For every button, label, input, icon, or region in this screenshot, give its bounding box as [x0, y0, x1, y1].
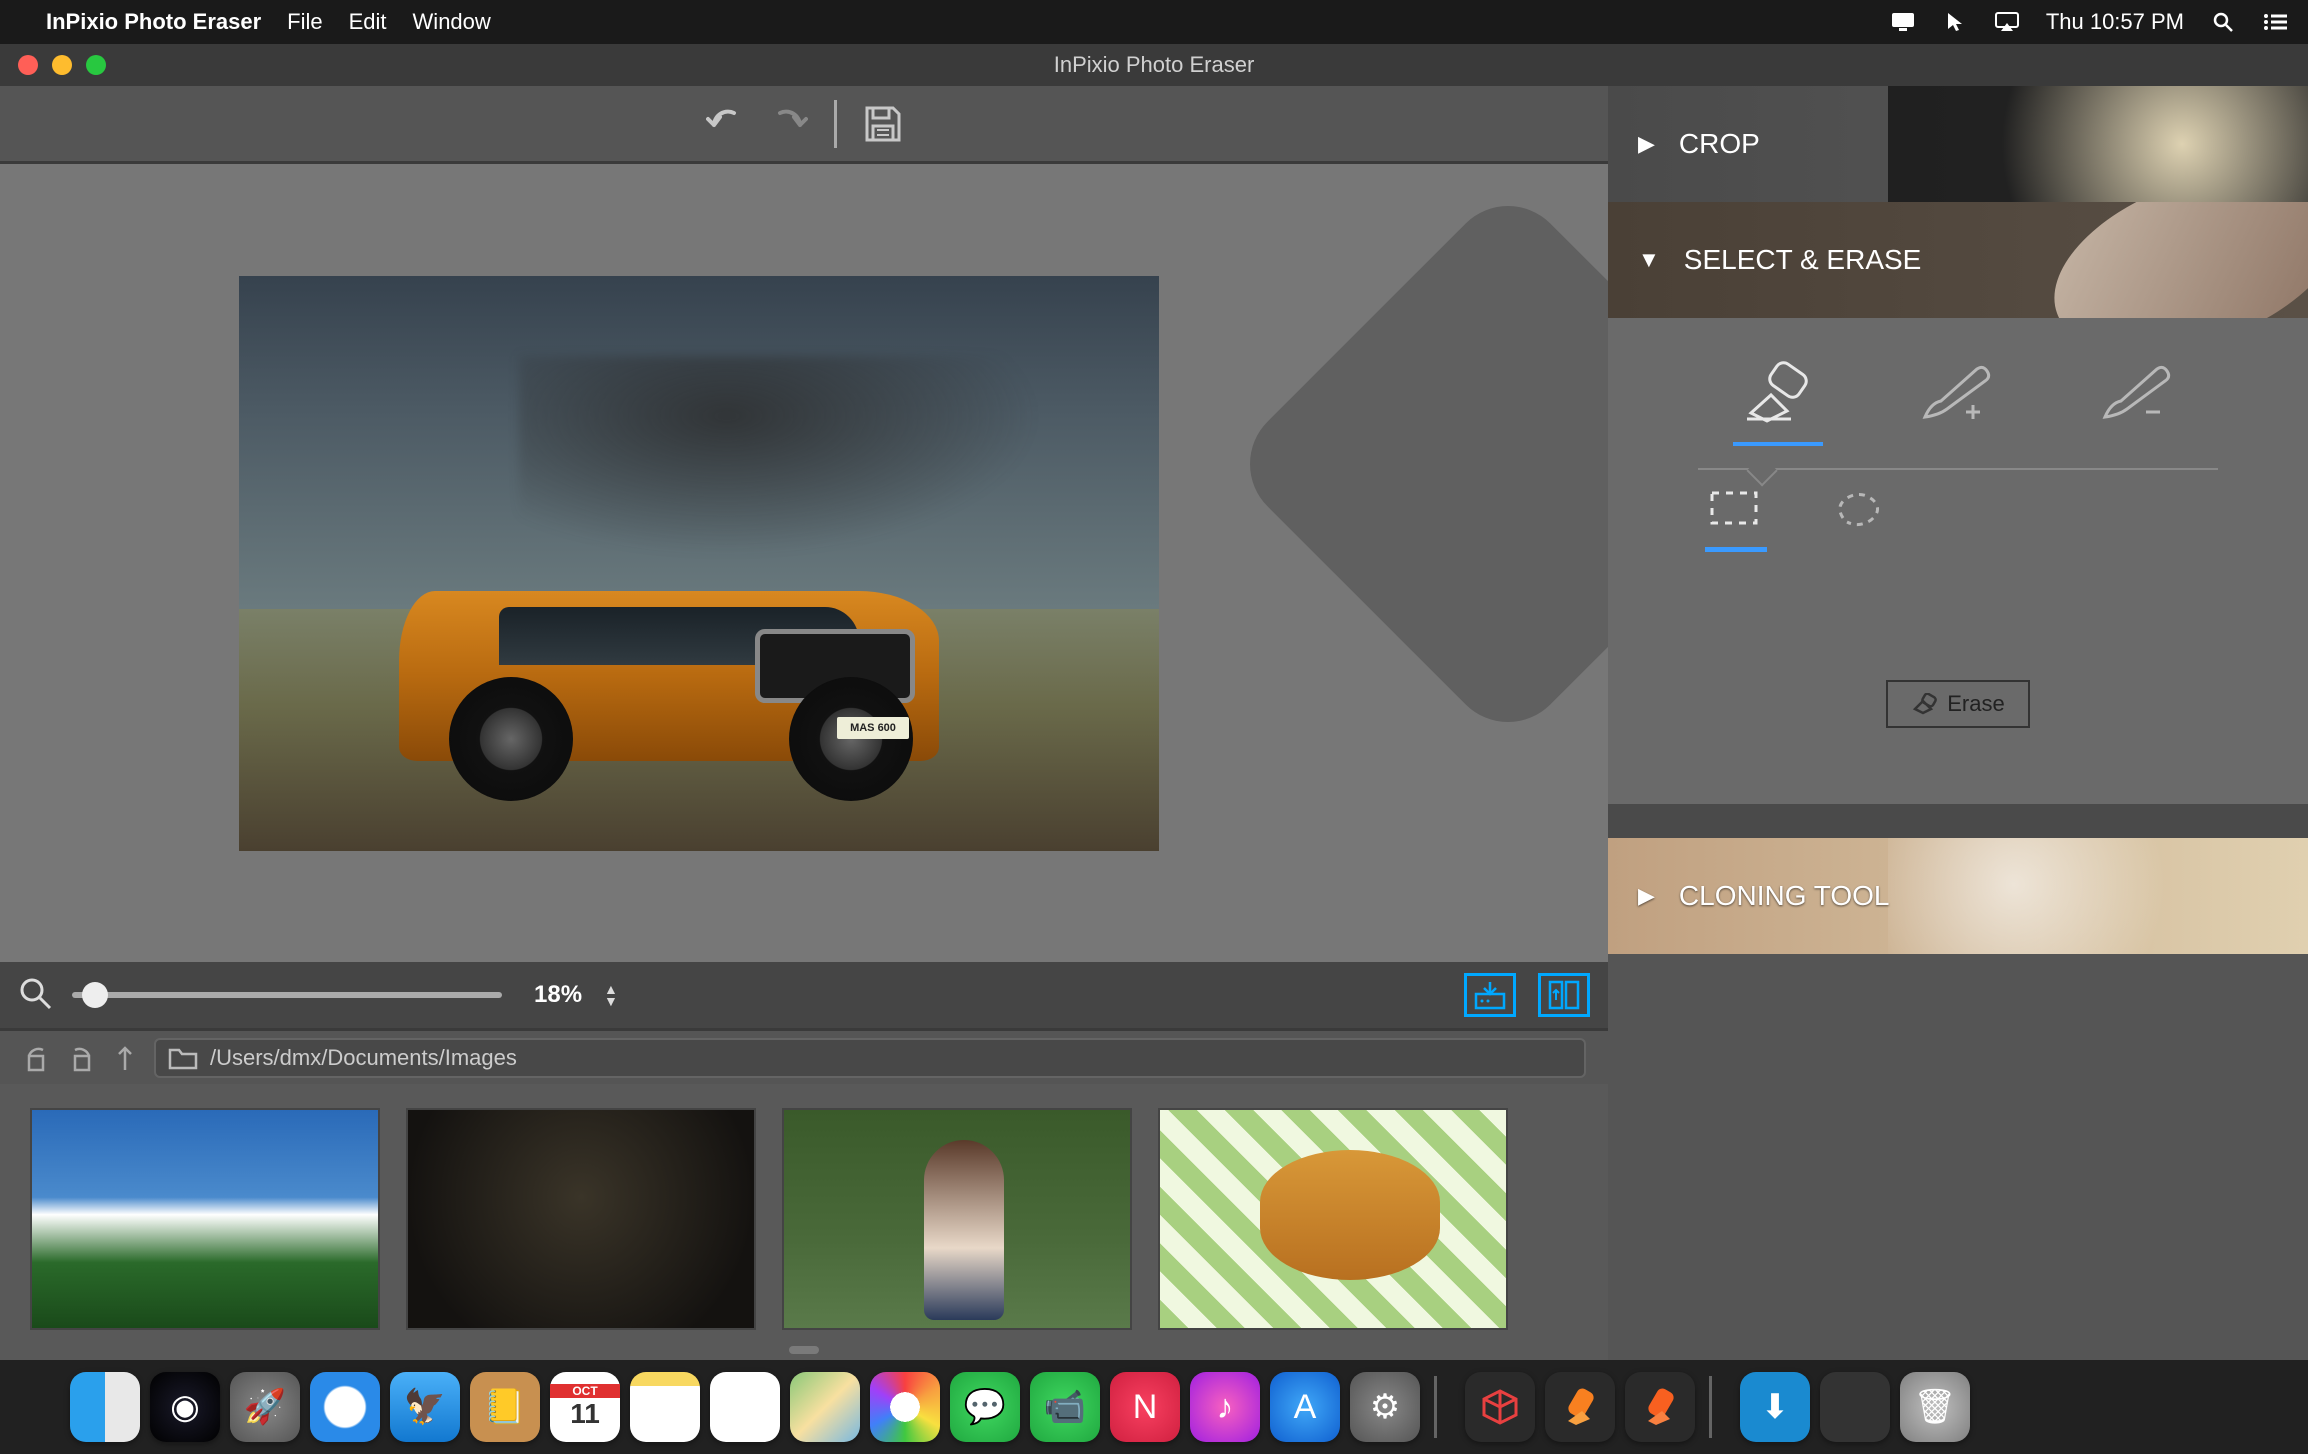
- dock-calendar-icon[interactable]: OCT11: [550, 1372, 620, 1442]
- zoom-slider[interactable]: [72, 992, 502, 998]
- caret-right-icon: ▶: [1638, 131, 1655, 157]
- brush-remove-tool-button[interactable]: [2093, 358, 2183, 428]
- window-title: InPixio Photo Eraser: [1054, 52, 1255, 78]
- display-icon[interactable]: [1890, 11, 1916, 33]
- redo-button[interactable]: [764, 100, 812, 148]
- dock-app-eraser-icon[interactable]: [1545, 1372, 1615, 1442]
- dock-photos-icon[interactable]: [870, 1372, 940, 1442]
- zoom-window-button[interactable]: [86, 55, 106, 75]
- panel-clone-header[interactable]: ▶ CLONING TOOL: [1608, 838, 2308, 954]
- rect-select-tool[interactable]: [1709, 490, 1763, 530]
- zoom-magnifier-icon[interactable]: [18, 976, 56, 1014]
- dock-contacts-icon[interactable]: 📒: [470, 1372, 540, 1442]
- menu-window[interactable]: Window: [413, 9, 491, 35]
- canvas-image[interactable]: MAS 600: [239, 276, 1159, 851]
- dock-launchpad-icon[interactable]: 🚀: [230, 1372, 300, 1442]
- close-window-button[interactable]: [18, 55, 38, 75]
- rotate-right-icon[interactable]: [66, 1043, 96, 1073]
- dock-news-icon[interactable]: N: [1110, 1372, 1180, 1442]
- dock-sysprefs-icon[interactable]: ⚙: [1350, 1372, 1420, 1442]
- minimize-window-button[interactable]: [52, 55, 72, 75]
- erase-btn-icon: [1911, 693, 1937, 715]
- image-content-car: MAS 600: [359, 521, 979, 801]
- compare-button[interactable]: [1538, 973, 1590, 1017]
- dock-reminders-icon[interactable]: ☰: [710, 1372, 780, 1442]
- menubar-left: InPixio Photo Eraser File Edit Window: [20, 9, 491, 35]
- tool-divider: [1698, 468, 2218, 470]
- pointer-icon[interactable]: [1942, 11, 1968, 33]
- menubar-time[interactable]: Thu 10:57 PM: [2046, 9, 2184, 35]
- save-button[interactable]: [859, 100, 907, 148]
- dock-messages-icon[interactable]: 💬: [950, 1372, 1020, 1442]
- side-panels: ▶ CROP ▼ SELECT & ERASE: [1608, 86, 2308, 1360]
- dock-trash-icon[interactable]: 🗑: [1900, 1372, 1970, 1442]
- zoom-stepper[interactable]: ▲▼: [604, 983, 618, 1007]
- menu-list-icon[interactable]: [2262, 11, 2288, 33]
- dock-facetime-icon[interactable]: 📹: [1030, 1372, 1100, 1442]
- thumbnail-item[interactable]: [782, 1108, 1132, 1330]
- dock-finder-icon[interactable]: [70, 1372, 140, 1442]
- dock-app-cube-icon[interactable]: [1465, 1372, 1535, 1442]
- dock-downloads-icon[interactable]: ⬇: [1740, 1372, 1810, 1442]
- panel-crop-header[interactable]: ▶ CROP: [1608, 86, 2308, 202]
- main-toolbar: [0, 86, 1608, 164]
- import-button[interactable]: [1464, 973, 1516, 1017]
- menu-edit[interactable]: Edit: [349, 9, 387, 35]
- dock-appstore-icon[interactable]: A: [1270, 1372, 1340, 1442]
- thumbnail-item[interactable]: [30, 1108, 380, 1330]
- canvas-area[interactable]: MAS 600: [0, 164, 1608, 962]
- thumbnail-item[interactable]: [1158, 1108, 1508, 1330]
- zoom-slider-thumb[interactable]: [82, 982, 108, 1008]
- toolbar-divider: [834, 100, 837, 148]
- panel-erase-body: Erase: [1608, 318, 2308, 804]
- panel-erase-label: SELECT & ERASE: [1684, 244, 1922, 276]
- dock-recents-icon[interactable]: [1820, 1372, 1890, 1442]
- caret-right-icon: ▶: [1638, 883, 1655, 909]
- erase-action-button[interactable]: Erase: [1886, 680, 2030, 728]
- dock-mail-icon[interactable]: 🦅: [390, 1372, 460, 1442]
- window-titlebar: InPixio Photo Eraser: [0, 44, 2308, 86]
- thumbnail-strip: [0, 1084, 1608, 1340]
- traffic-lights: [18, 55, 106, 75]
- zoom-value: 18%: [534, 981, 582, 1009]
- macos-dock: ◉ 🚀 🦅 📒 OCT11 ☰ 💬 📹 N ♪ A ⚙ ⬇ 🗑: [0, 1360, 2308, 1454]
- dock-safari-icon[interactable]: [310, 1372, 380, 1442]
- dock-app-eraser2-icon[interactable]: [1625, 1372, 1695, 1442]
- spotlight-search-icon[interactable]: [2210, 11, 2236, 33]
- macos-menubar: InPixio Photo Eraser File Edit Window Th…: [0, 0, 2308, 44]
- panel-crop-label: CROP: [1679, 128, 1760, 160]
- app-name[interactable]: InPixio Photo Eraser: [46, 9, 261, 35]
- eraser-tool-button[interactable]: [1733, 358, 1823, 428]
- panel-clone-label: CLONING TOOL: [1679, 880, 1890, 912]
- up-arrow-icon[interactable]: [110, 1043, 140, 1073]
- caret-down-icon: ▼: [1638, 247, 1660, 273]
- menu-file[interactable]: File: [287, 9, 322, 35]
- dock-separator: [1434, 1376, 1437, 1438]
- dock-itunes-icon[interactable]: ♪: [1190, 1372, 1260, 1442]
- thumbnail-scrollbar[interactable]: [0, 1340, 1608, 1360]
- folder-icon: [168, 1046, 198, 1070]
- license-plate: MAS 600: [837, 717, 909, 739]
- lasso-select-tool[interactable]: [1833, 490, 1887, 530]
- airplay-icon[interactable]: [1994, 11, 2020, 33]
- path-text: /Users/dmx/Documents/Images: [210, 1045, 517, 1071]
- thumbnail-item[interactable]: [406, 1108, 756, 1330]
- canvas-backdrop-strip: [1268, 164, 1608, 962]
- dock-siri-icon[interactable]: ◉: [150, 1372, 220, 1442]
- file-browser-bar: /Users/dmx/Documents/Images: [0, 1028, 1608, 1084]
- dock-separator: [1709, 1376, 1712, 1438]
- undo-button[interactable]: [702, 100, 750, 148]
- path-input[interactable]: /Users/dmx/Documents/Images: [154, 1038, 1586, 1078]
- panel-erase-header[interactable]: ▼ SELECT & ERASE: [1608, 202, 2308, 318]
- menubar-right: Thu 10:57 PM: [1890, 9, 2288, 35]
- erase-btn-label: Erase: [1947, 691, 2004, 717]
- rotate-left-icon[interactable]: [22, 1043, 52, 1073]
- dock-notes-icon[interactable]: [630, 1372, 700, 1442]
- zoom-bar: 18% ▲▼: [0, 962, 1608, 1028]
- dock-maps-icon[interactable]: [790, 1372, 860, 1442]
- brush-add-tool-button[interactable]: [1913, 358, 2003, 428]
